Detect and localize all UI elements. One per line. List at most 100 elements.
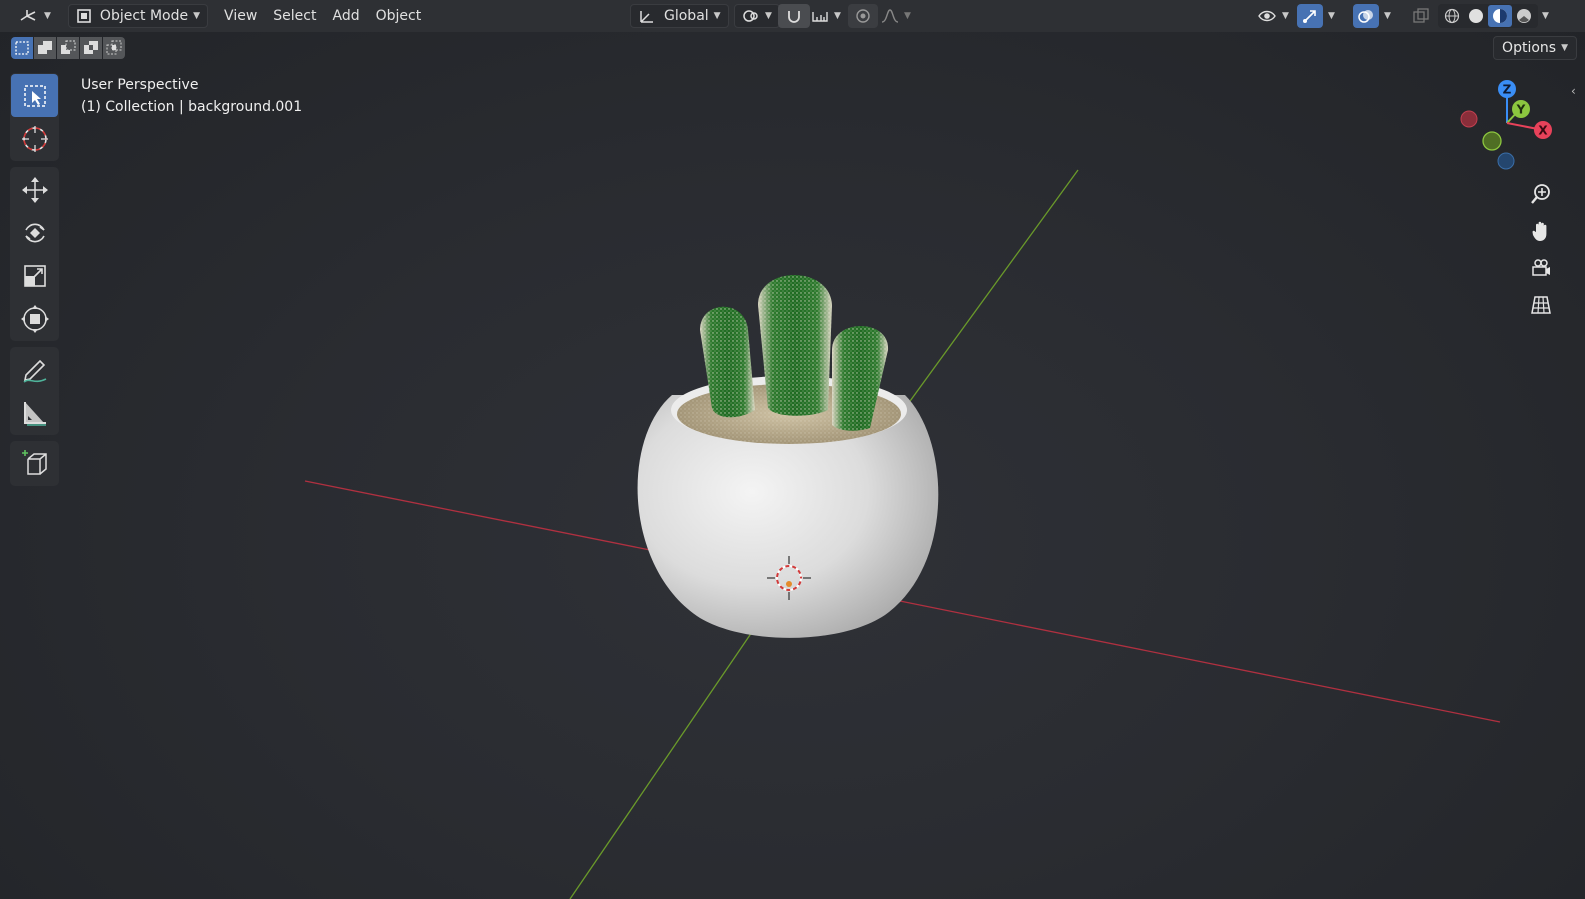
ortho-toggle-button[interactable] xyxy=(1526,290,1556,320)
camera-view-button[interactable] xyxy=(1526,253,1556,283)
xray-toggle[interactable] xyxy=(1408,4,1434,28)
chevron-down-icon: ▼ xyxy=(713,11,721,21)
select-mode-invert[interactable] xyxy=(80,37,102,59)
menu-add[interactable]: Add xyxy=(324,4,367,28)
wireframe-sphere-icon xyxy=(1444,8,1460,24)
select-invert-icon xyxy=(84,41,98,54)
material-sphere-icon xyxy=(1493,9,1507,23)
viewport-info: User Perspective (1) Collection | backgr… xyxy=(81,74,302,118)
overlays-dropdown[interactable]: ▼ xyxy=(1378,4,1397,28)
overlays-icon xyxy=(1358,10,1373,23)
chevron-down-icon: ▼ xyxy=(1328,11,1335,21)
tool-add-cube[interactable] xyxy=(11,442,58,485)
rendered-sphere-icon xyxy=(1517,9,1531,23)
gizmo-toggle[interactable] xyxy=(1297,4,1323,28)
tool-settings-bar: Options ▼ xyxy=(0,34,1585,62)
overlays-toggle[interactable] xyxy=(1353,4,1379,28)
menu-view[interactable]: View xyxy=(216,4,265,28)
orientation-label: Global xyxy=(664,8,709,24)
y-axis-line-near xyxy=(569,631,753,899)
falloff-dropdown[interactable]: ▼ xyxy=(874,4,918,28)
tool-shelf xyxy=(10,73,59,492)
x-axis-line xyxy=(304,480,651,551)
select-mode-extend[interactable] xyxy=(34,37,56,59)
select-subtract-icon xyxy=(61,40,76,54)
gizmo-icon xyxy=(1303,10,1316,23)
pan-button[interactable] xyxy=(1526,216,1556,246)
sidebar-collapse-arrow[interactable]: ‹ xyxy=(1571,84,1576,98)
y-axis-label: Y xyxy=(1516,103,1526,117)
mode-dropdown[interactable]: Object Mode ▼ xyxy=(67,4,209,28)
menu-object[interactable]: Object xyxy=(368,4,430,28)
z-axis-label: Z xyxy=(1503,83,1512,97)
menu-select[interactable]: Select xyxy=(265,4,324,28)
visibility-dropdown[interactable]: ▼ xyxy=(1250,4,1296,28)
select-mode-new[interactable] xyxy=(11,37,33,59)
chevron-down-icon: ▼ xyxy=(1384,11,1391,21)
transform-icon xyxy=(20,304,49,333)
move-icon xyxy=(21,176,48,203)
tool-move[interactable] xyxy=(11,168,58,211)
tool-annotate[interactable] xyxy=(11,348,58,391)
chevron-down-icon: ▼ xyxy=(44,11,51,21)
3d-viewport-icon xyxy=(20,10,36,21)
tool-measure[interactable] xyxy=(11,391,58,434)
cactus-object xyxy=(700,275,889,431)
select-extend-icon xyxy=(38,41,52,54)
chevron-down-icon: ▼ xyxy=(904,11,911,21)
scene-view xyxy=(304,169,1501,899)
tool-cursor[interactable] xyxy=(11,117,58,160)
tool-scale[interactable] xyxy=(11,254,58,297)
shading-wireframe-button[interactable] xyxy=(1440,5,1464,27)
tool-group-add xyxy=(10,441,59,486)
view-name: User Perspective xyxy=(81,77,199,93)
add-cube-icon xyxy=(21,449,47,475)
zoom-icon xyxy=(1531,184,1550,204)
select-box-icon xyxy=(23,84,46,107)
neg-y-handle xyxy=(1482,131,1502,151)
rotate-icon xyxy=(24,223,45,242)
viewport-header: ▼ Object Mode ▼ View Select Add Object G… xyxy=(0,0,1585,32)
tool-select-box[interactable] xyxy=(11,74,58,117)
shading-material-preview-button[interactable] xyxy=(1488,5,1512,27)
select-mode-subtract[interactable] xyxy=(57,37,79,59)
shading-options-dropdown[interactable]: ▼ xyxy=(1538,4,1553,28)
header-menus: View Select Add Object xyxy=(216,4,429,28)
zoom-button[interactable] xyxy=(1526,179,1556,209)
xray-icon xyxy=(1413,8,1429,23)
x-axis-line-far xyxy=(894,599,1501,723)
chevron-down-icon: ▼ xyxy=(193,11,201,21)
chevron-down-icon: ▼ xyxy=(834,11,841,21)
proportional-edit-icon xyxy=(856,9,870,23)
shading-rendered-button[interactable] xyxy=(1512,5,1536,27)
measure-ruler-icon xyxy=(23,401,46,426)
orientation-icon xyxy=(640,11,653,23)
pivot-point-icon xyxy=(743,10,758,22)
shading-solid-button[interactable] xyxy=(1464,5,1488,27)
options-dropdown[interactable]: Options ▼ xyxy=(1493,36,1577,60)
neg-z-handle xyxy=(1497,152,1515,170)
pivot-point-dropdown[interactable]: ▼ xyxy=(734,4,780,28)
falloff-curve-icon xyxy=(881,9,899,23)
x-axis-label: X xyxy=(1538,124,1548,138)
navigation-gizmo[interactable]: Z Y X xyxy=(1455,76,1555,176)
snap-magnet-icon xyxy=(788,11,800,23)
solid-sphere-icon xyxy=(1469,9,1483,23)
chevron-down-icon: ▼ xyxy=(1282,11,1289,21)
tool-rotate[interactable] xyxy=(11,211,58,254)
snap-increment-icon xyxy=(812,12,828,22)
transform-orientation-dropdown[interactable]: Global ▼ xyxy=(630,4,729,28)
gizmo-dropdown[interactable]: ▼ xyxy=(1322,4,1341,28)
grid-ortho-icon xyxy=(1531,296,1551,314)
scale-icon xyxy=(23,264,46,287)
tool-transform[interactable] xyxy=(11,297,58,340)
chevron-down-icon: ▼ xyxy=(765,11,772,21)
3d-viewport[interactable] xyxy=(0,0,1585,899)
snap-target-dropdown[interactable]: ▼ xyxy=(804,4,848,28)
select-mode-intersect[interactable] xyxy=(103,37,125,59)
options-label: Options xyxy=(1502,40,1557,56)
y-axis-line xyxy=(904,169,1079,409)
editor-type-button[interactable]: ▼ xyxy=(12,4,58,28)
annotate-pencil-icon xyxy=(22,359,46,383)
chevron-down-icon: ▼ xyxy=(1561,43,1568,53)
